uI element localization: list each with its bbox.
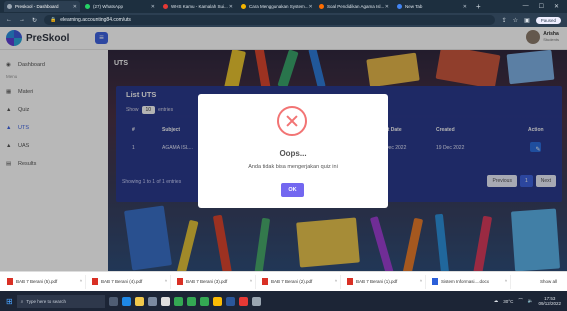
favicon-icon: [397, 4, 402, 9]
forward-icon[interactable]: →: [19, 17, 25, 23]
download-item[interactable]: BAB 7 Berani (3).pdf ^: [174, 274, 256, 289]
wifi-icon[interactable]: ⌒: [518, 298, 523, 304]
close-icon[interactable]: ✕: [463, 4, 467, 10]
search-placeholder: Type here to search: [26, 298, 67, 304]
system-tray: ☁ 30°C ⌒ 🔈 17:53 09/12/2022: [494, 296, 567, 306]
docx-file-icon: [432, 278, 438, 285]
os-taskbar: ⊞ ⌕ Type here to search ☁ 30°C ⌒ 🔈 17:53…: [0, 291, 567, 311]
download-filename: BAB 7 Berani (5).pdf: [16, 279, 58, 284]
tab-title: Preskool - Dashboard: [15, 4, 59, 9]
tab-title: (27) WhatsApp: [93, 4, 124, 9]
favicon-icon: [241, 4, 246, 9]
chevron-up-icon[interactable]: ^: [165, 279, 167, 284]
reload-icon[interactable]: ↻: [32, 17, 37, 24]
maximize-icon[interactable]: ☐: [539, 3, 544, 10]
chevron-up-icon[interactable]: ^: [80, 279, 82, 284]
minimize-icon[interactable]: —: [523, 3, 529, 10]
download-item[interactable]: BAB 7 Berani (4).pdf ^: [89, 274, 171, 289]
sidepanel-icon[interactable]: ▣: [524, 17, 530, 24]
download-item[interactable]: BAB 7 Berani (2).pdf ^: [259, 274, 341, 289]
chrome-icon[interactable]: [186, 296, 196, 306]
download-filename: BAB 7 Berani (3).pdf: [186, 279, 228, 284]
close-window-icon[interactable]: ✕: [554, 3, 559, 10]
chrome-icon[interactable]: [173, 296, 183, 306]
weather-icon: ☁: [493, 298, 499, 303]
clock[interactable]: 17:53 09/12/2022: [538, 296, 561, 306]
favicon-icon: [163, 4, 168, 9]
star-icon[interactable]: ☆: [513, 17, 518, 24]
download-filename: BAB 7 Berani (2).pdf: [271, 279, 313, 284]
clock-date: 09/12/2022: [538, 301, 561, 306]
taskbar-search-input[interactable]: ⌕ Type here to search: [16, 294, 105, 308]
back-icon[interactable]: ←: [6, 17, 12, 23]
browser-tabbar: Preskool - Dashboard ✕ (27) WhatsApp ✕ W…: [0, 0, 567, 13]
file-explorer-icon[interactable]: [134, 296, 144, 306]
browser-tab[interactable]: Preskool - Dashboard ✕: [4, 1, 80, 12]
pdf-file-icon: [7, 278, 13, 285]
alert-dialog: Oops... Anda tidak bisa mengerjakan quiz…: [198, 94, 388, 208]
favicon-icon: [319, 4, 324, 9]
download-item[interactable]: Sistem Informasi....docx ^: [429, 274, 511, 289]
close-icon[interactable]: ✕: [385, 4, 389, 10]
download-filename: BAB 7 Berani (1).pdf: [356, 279, 398, 284]
task-view-icon[interactable]: [108, 296, 118, 306]
browser-tab[interactable]: WHS Kamu - Kamalah Sui... ✕: [160, 1, 236, 12]
url-text: elearning.accounting84.com/uts: [60, 17, 131, 23]
download-filename: Sistem Informasi....docx: [441, 279, 490, 284]
chrome-icon[interactable]: [212, 296, 222, 306]
app-icon[interactable]: [160, 296, 170, 306]
weather-temp: 30°C: [503, 298, 514, 304]
close-icon[interactable]: ✕: [151, 4, 155, 10]
settings-icon[interactable]: [251, 296, 261, 306]
downloads-bar: BAB 7 Berani (5).pdf ^ BAB 7 Berani (4).…: [0, 271, 567, 291]
close-icon[interactable]: ✕: [309, 4, 313, 10]
word-icon[interactable]: [225, 296, 235, 306]
window-controls: — ☐ ✕: [523, 3, 567, 10]
error-x-icon: [277, 106, 307, 136]
chevron-up-icon[interactable]: ^: [505, 279, 507, 284]
tab-title: New Tab: [405, 4, 423, 9]
pdf-file-icon: [347, 278, 353, 285]
chevron-up-icon[interactable]: ^: [250, 279, 252, 284]
chevron-up-icon[interactable]: ^: [335, 279, 337, 284]
ok-button[interactable]: OK: [281, 183, 304, 197]
volume-icon[interactable]: 🔈: [528, 298, 534, 304]
profile-paused-button[interactable]: Paused: [535, 16, 561, 24]
close-icon[interactable]: ✕: [73, 4, 77, 10]
chevron-up-icon[interactable]: ^: [420, 279, 422, 284]
download-item[interactable]: BAB 7 Berani (1).pdf ^: [344, 274, 426, 289]
app-icon[interactable]: [238, 296, 248, 306]
browser-tab[interactable]: Soal Pendidikan Agama Isl... ✕: [316, 1, 392, 12]
chrome-icon[interactable]: [199, 296, 209, 306]
download-item[interactable]: BAB 7 Berani (5).pdf ^: [4, 274, 86, 289]
edge-icon[interactable]: [121, 296, 131, 306]
pdf-file-icon: [177, 278, 183, 285]
tab-title: Soal Pendidikan Agama Isl...: [327, 4, 385, 9]
share-icon[interactable]: ⇪: [502, 17, 507, 24]
dialog-message: Anda tidak bisa mengerjakan quiz ini: [248, 164, 338, 170]
url-field[interactable]: 🔒 elearning.accounting84.com/uts: [44, 15, 495, 25]
lock-icon: 🔒: [50, 17, 57, 23]
search-icon: ⌕: [20, 298, 24, 304]
download-filename: BAB 7 Berani (4).pdf: [101, 279, 143, 284]
favicon-icon: [85, 4, 90, 9]
pdf-file-icon: [262, 278, 268, 285]
tab-title: Cara Menggunakan System...: [249, 4, 309, 9]
browser-tab[interactable]: (27) WhatsApp ✕: [82, 1, 158, 12]
show-all-downloads-button[interactable]: Show all: [540, 279, 557, 284]
favicon-icon: [7, 4, 12, 9]
app-icon[interactable]: [147, 296, 157, 306]
dialog-title: Oops...: [279, 149, 307, 158]
browser-tab[interactable]: New Tab ✕: [394, 1, 470, 12]
address-bar: ← → ↻ 🔒 elearning.accounting84.com/uts ⇪…: [0, 13, 567, 27]
windows-start-icon[interactable]: ⊞: [6, 297, 13, 306]
new-tab-icon[interactable]: +: [476, 2, 481, 11]
pdf-file-icon: [92, 278, 98, 285]
tab-title: WHS Kamu - Kamalah Sui...: [171, 4, 228, 9]
close-icon[interactable]: ✕: [229, 4, 233, 10]
browser-tab[interactable]: Cara Menggunakan System... ✕: [238, 1, 314, 12]
